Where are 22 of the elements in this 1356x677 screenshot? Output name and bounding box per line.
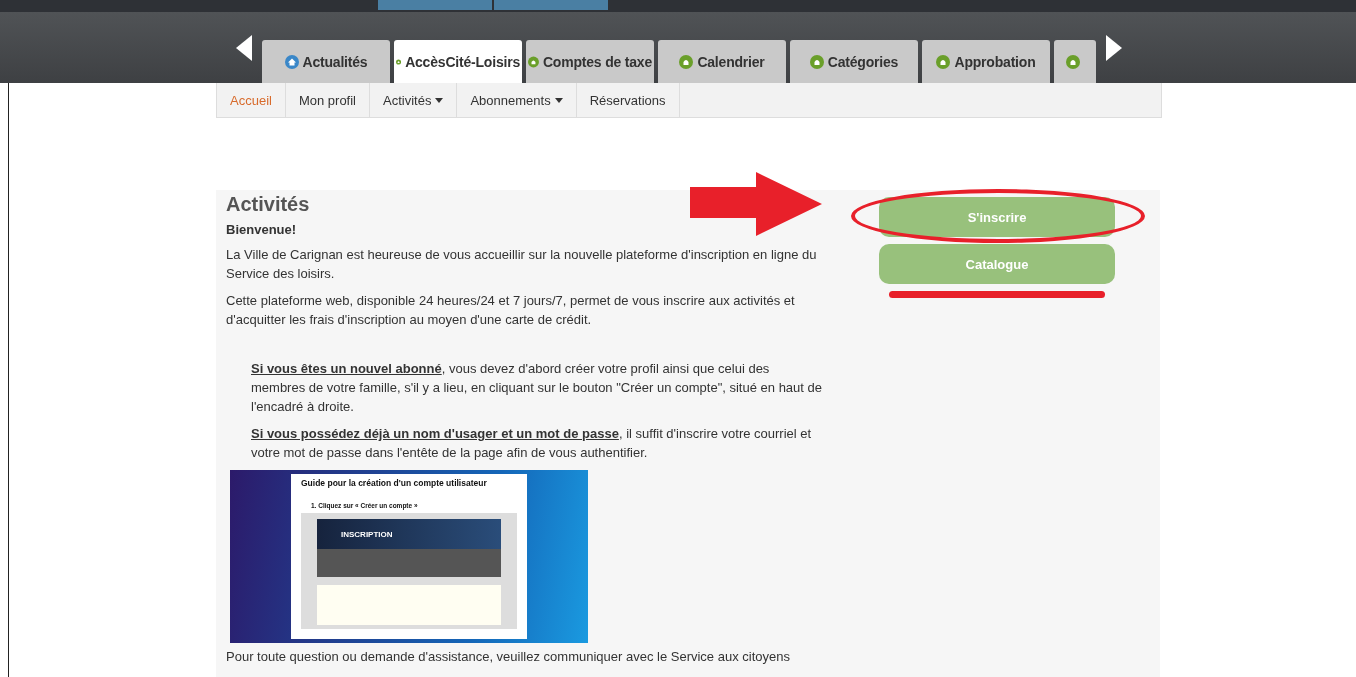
sub-nav-item[interactable]: Abonnements: [457, 83, 577, 117]
guide-title: Guide pour la création d'un compte utilisateur: [301, 478, 488, 488]
right-arrow-icon: [1106, 34, 1122, 61]
sub-nav-item[interactable]: Activités: [370, 83, 458, 117]
left-arrow-icon: [236, 34, 252, 61]
paragraph: Si vous êtes un nouvel abonné, vous devez d'abord créer votre profil ainsi que celui des membres de votre famille, s'il y a lieu, en cliquant sur le bouton "Créer un compte", situé en haut de l'encadré à droite.: [251, 360, 823, 416]
nav-tab[interactable]: Actualités: [262, 40, 390, 83]
sub-nav-item[interactable]: Mon profil: [285, 83, 370, 117]
greeting-text: Bienvenue!: [226, 222, 298, 237]
nav-tab[interactable]: Calendrier: [658, 40, 786, 83]
banner-text: INSCRIPTION: [317, 519, 501, 549]
paragraph: Si vous possédez déjà un nom d'usager et un mot de passe, il suffit d'inscrire votre courriel et votre mot de passe dans l'entête de la page afin de vous authentifier.: [251, 425, 813, 462]
nav-tab[interactable]: AccèsCité-Loisirs: [394, 40, 522, 83]
nav-tab[interactable]: Comptes de taxe: [526, 40, 654, 83]
paragraph: Cette plateforme web, disponible 24 heures/24 et 7 jours/7, permet de vous inscrire aux activités et d'acquitter les frais d'inscription au moyen d'une carte de crédit.: [226, 292, 796, 329]
footer-text: Pour toute question ou demande d'assistance, veuillez communiquer avec le Service aux citoyens: [226, 649, 791, 664]
home-icon: [284, 54, 299, 69]
nav-tab[interactable]: Catégories: [790, 40, 918, 83]
nav-tab[interactable]: Approbation: [922, 40, 1050, 83]
sub-nav-item[interactable]: Réservations: [576, 83, 680, 117]
paragraph: La Ville de Carignan est heureuse de vous accueillir sur la nouvelle plateforme d'inscription en ligne du Service des loisirs.: [226, 246, 818, 283]
page-title: Activités: [226, 193, 311, 216]
